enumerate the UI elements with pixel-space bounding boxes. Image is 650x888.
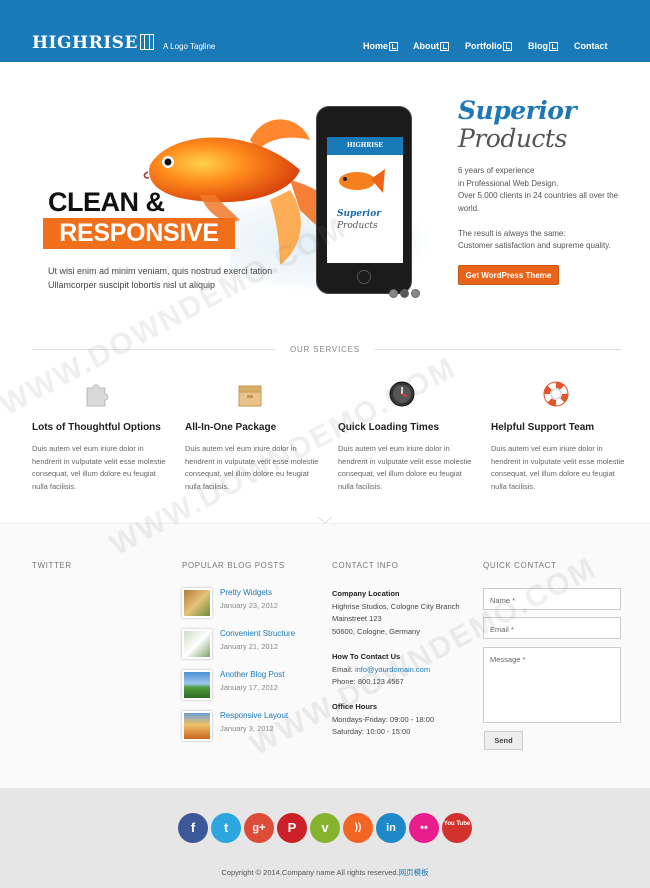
copyright: Copyright © 2014.Company name All rights… xyxy=(221,868,429,877)
nav-contact[interactable]: Contact xyxy=(574,41,608,51)
youtube-icon[interactable]: You Tube xyxy=(442,813,472,843)
clock-icon xyxy=(389,381,415,407)
phone-fish-thumbnail xyxy=(339,169,385,193)
smartphone-image: HIGHRISE Superior Products xyxy=(316,106,412,294)
name-field[interactable]: Name * xyxy=(483,588,621,610)
email-field[interactable]: Email * xyxy=(483,617,621,639)
site-header: HIGHRISE A Logo Tagline Home About Portf… xyxy=(0,0,650,62)
puzzle-icon xyxy=(86,384,109,407)
twitter-icon[interactable]: t xyxy=(211,813,241,843)
post-thumbnail[interactable] xyxy=(182,629,212,659)
hero-headline-bottom: RESPONSIVE xyxy=(43,218,235,249)
contact-location: Company Location Highrise Studios, Colog… xyxy=(332,589,460,636)
contact-heading: CONTACT INFO xyxy=(332,561,399,570)
post-date: January 3, 2012 xyxy=(220,724,274,733)
phone-home-button xyxy=(357,270,371,284)
broken-image-icon xyxy=(440,42,449,51)
broken-image-icon xyxy=(389,42,399,51)
pinterest-icon[interactable]: P xyxy=(277,813,307,843)
building-icon xyxy=(139,34,154,50)
nav-about[interactable]: About xyxy=(413,41,449,51)
post-title[interactable]: Convenient Structure xyxy=(220,629,295,638)
hero-headline-top: CLEAN & xyxy=(48,187,165,217)
box-icon xyxy=(238,385,262,407)
service-text: Duis autem vel eum iriure dolor in hendr… xyxy=(185,444,319,491)
hero-paragraph: Ut wisi enim ad minim veniam, quis nostr… xyxy=(48,266,273,290)
post-date: January 23, 2012 xyxy=(220,601,278,610)
office-hours: Office Hours Mondays-Friday: 09:00 - 18:… xyxy=(332,702,435,736)
twitter-heading: TWITTER xyxy=(32,561,72,570)
contact-methods: How To Contact Us Email: info@yourdomain… xyxy=(332,652,431,686)
hero-description: 6 years of experience in Professional We… xyxy=(458,166,619,250)
services-heading: OUR SERVICES xyxy=(290,345,360,354)
nav-home[interactable]: Home xyxy=(363,41,399,51)
nav-portfolio[interactable]: Portfolio xyxy=(465,41,512,51)
hero-title: Superior xyxy=(458,96,577,125)
post-title[interactable]: Responsive Layout xyxy=(220,711,288,720)
service-title: Lots of Thoughtful Options xyxy=(32,422,161,433)
phone-screen-header: HIGHRISE xyxy=(327,137,403,155)
copyright-link[interactable]: 网页模板 xyxy=(399,868,429,877)
googleplus-icon[interactable]: g+ xyxy=(244,813,274,843)
posts-heading: POPULAR BLOG POSTS xyxy=(182,561,285,570)
service-text: Duis autem vel eum iriure dolor in hendr… xyxy=(491,444,625,491)
message-field[interactable]: Message * xyxy=(483,647,621,723)
slider-dot-3[interactable] xyxy=(411,289,420,298)
post-thumbnail[interactable] xyxy=(182,670,212,700)
quick-contact-heading: QUICK CONTACT xyxy=(483,561,557,570)
post-thumbnail[interactable] xyxy=(182,711,212,741)
send-button[interactable]: Send xyxy=(484,731,523,750)
broken-image-icon xyxy=(549,42,558,51)
logo-tagline: A Logo Tagline xyxy=(163,42,216,51)
site-logo[interactable]: HIGHRISE xyxy=(32,33,154,53)
linkedin-icon[interactable]: in xyxy=(376,813,406,843)
phone-screen-subtitle: Products xyxy=(337,221,378,231)
get-theme-button[interactable]: Get WordPress Theme xyxy=(458,265,559,285)
post-title[interactable]: Another Blog Post xyxy=(220,670,284,679)
service-title: All-In-One Package xyxy=(185,422,277,433)
service-title: Quick Loading Times xyxy=(338,422,439,433)
chevron-down-icon xyxy=(318,517,332,524)
post-thumbnail[interactable] xyxy=(182,588,212,618)
lifebuoy-icon xyxy=(543,381,569,407)
slider-pagination xyxy=(389,285,422,303)
phone-screen-title: Superior xyxy=(337,209,381,219)
vimeo-icon[interactable]: v xyxy=(310,813,340,843)
email-link[interactable]: info@yourdomain.com xyxy=(355,665,430,674)
post-title[interactable]: Pretty Widgets xyxy=(220,588,272,597)
service-text: Duis autem vel eum iriure dolor in hendr… xyxy=(32,444,166,491)
phone-screen: HIGHRISE Superior Products xyxy=(327,137,403,263)
post-date: January 21, 2012 xyxy=(220,642,278,651)
service-text: Duis autem vel eum iriure dolor in hendr… xyxy=(338,444,472,491)
rss-icon[interactable]: )) xyxy=(343,813,373,843)
service-title: Helpful Support Team xyxy=(491,422,595,433)
slider-dot-1[interactable] xyxy=(389,289,398,298)
nav-blog[interactable]: Blog xyxy=(528,41,558,51)
post-date: January 17, 2012 xyxy=(220,683,278,692)
slider-dot-2[interactable] xyxy=(400,289,409,298)
facebook-icon[interactable]: f xyxy=(178,813,208,843)
flickr-icon[interactable]: •• xyxy=(409,813,439,843)
broken-image-icon xyxy=(503,42,512,51)
hero-subtitle: Products xyxy=(458,124,567,153)
